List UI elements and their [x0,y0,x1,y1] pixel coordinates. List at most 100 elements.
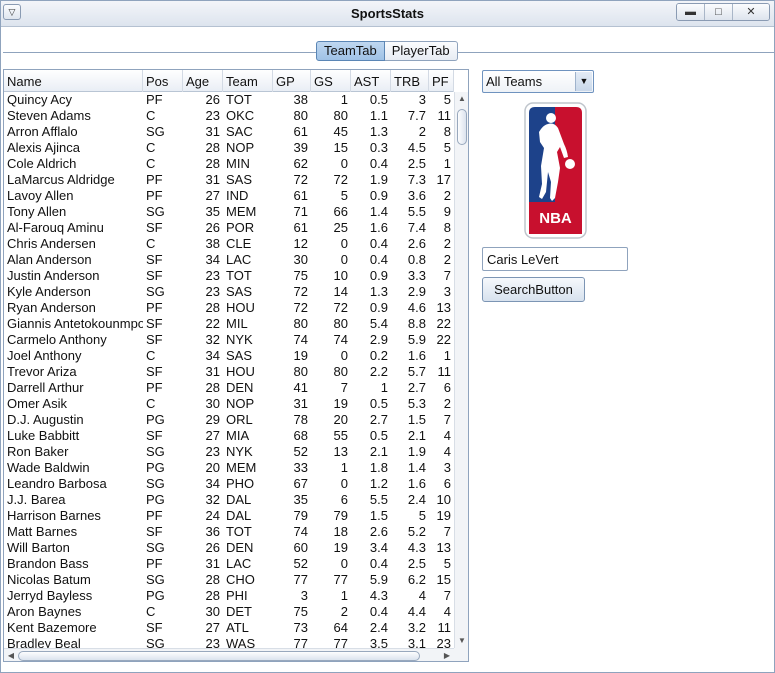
column-header-age[interactable]: Age [183,70,223,92]
maximize-button[interactable]: □ [705,4,733,20]
table-row[interactable]: Trevor Ariza SF 31 HOU 80 80 2.2 5.7 11 [4,364,454,380]
table-row[interactable]: Matt Barnes SF 36 TOT 74 18 2.6 5.2 7 [4,524,454,540]
table-row[interactable]: Ryan Anderson PF 28 HOU 72 72 0.9 4.6 13 [4,300,454,316]
cell-gp: 75 [293,604,308,619]
cell-pos: PF [146,508,163,523]
column-header-trb[interactable]: TRB [391,70,429,92]
table-row[interactable]: Arron Afflalo SG 31 SAC 61 45 1.3 2 8 [4,124,454,140]
cell-name: Harrison Barnes [7,508,101,523]
table-row[interactable]: Brandon Bass PF 31 LAC 52 0 0.4 2.5 5 [4,556,454,572]
cell-gp: 60 [293,540,308,555]
table-row[interactable]: Will Barton SG 26 DEN 60 19 3.4 4.3 13 [4,540,454,556]
cell-gs: 15 [333,140,348,155]
table-row[interactable]: Al-Farouq Aminu SF 26 POR 61 25 1.6 7.4 8 [4,220,454,236]
chevron-down-icon[interactable]: ▼ [575,72,592,91]
table-row[interactable]: Alexis Ajinca C 28 NOP 39 15 0.3 4.5 5 [4,140,454,156]
horizontal-scroll-thumb[interactable] [18,651,420,661]
table-row[interactable]: Tony Allen SG 35 MEM 71 66 1.4 5.5 9 [4,204,454,220]
cell-age: 23 [205,636,220,648]
table-row[interactable]: Lavoy Allen PF 27 IND 61 5 0.9 3.6 2 [4,188,454,204]
cell-gs: 5 [340,188,348,203]
column-header-team[interactable]: Team [223,70,273,92]
cell-name: Joel Anthony [7,348,82,363]
column-header-ast[interactable]: AST [351,70,391,92]
close-button[interactable]: ✕ [733,4,769,20]
search-button[interactable]: SearchButton [482,277,585,302]
table-row[interactable]: Luke Babbitt SF 27 MIA 68 55 0.5 2.1 4 [4,428,454,444]
table-row[interactable]: D.J. Augustin PG 29 ORL 78 20 2.7 1.5 7 [4,412,454,428]
table-row[interactable]: Wade Baldwin PG 20 MEM 33 1 1.8 1.4 3 [4,460,454,476]
cell-team: IND [226,188,249,203]
cell-trb: 0.8 [407,252,426,267]
team-select[interactable]: All Teams ▼ [482,70,594,93]
cell-gs: 7 [340,380,348,395]
table-row[interactable]: Jerryd Bayless PG 28 PHI 3 1 4.3 4 7 [4,588,454,604]
scroll-up-icon[interactable]: ▲ [455,92,468,106]
scroll-left-icon[interactable]: ◀ [4,649,18,661]
cell-trb: 2 [418,124,426,139]
table-row[interactable]: Nicolas Batum SG 28 CHO 77 77 5.9 6.2 15 [4,572,454,588]
cell-trb: 3.2 [407,620,426,635]
cell-gs: 14 [333,284,348,299]
cell-gp: 72 [293,300,308,315]
table-row[interactable]: J.J. Barea PG 32 DAL 35 6 5.5 2.4 10 [4,492,454,508]
table-row[interactable]: Aron Baynes C 30 DET 75 2 0.4 4.4 4 [4,604,454,620]
tab-player[interactable]: PlayerTab [384,41,458,61]
table-row[interactable]: Harrison Barnes PF 24 DAL 79 79 1.5 5 19 [4,508,454,524]
table-row[interactable]: Ron Baker SG 23 NYK 52 13 2.1 1.9 4 [4,444,454,460]
title-bar[interactable]: ▽ SportsStats ▬ □ ✕ [1,1,774,27]
cell-pf: 23 [436,636,451,648]
vertical-scrollbar[interactable]: ▲ ▼ [454,92,468,648]
table-row[interactable]: Leandro Barbosa SG 34 PHO 67 0 1.2 1.6 6 [4,476,454,492]
cell-pos: PG [146,460,165,475]
scroll-corner [454,648,468,661]
table-row[interactable]: Quincy Acy PF 26 TOT 38 1 0.5 3 5 [4,92,454,108]
table-row[interactable]: Bradley Beal SG 23 WAS 77 77 3.5 3.1 23 [4,636,454,648]
column-header-gs[interactable]: GS [311,70,351,92]
cell-pos: C [146,236,156,251]
table-row[interactable]: Joel Anthony C 34 SAS 19 0 0.2 1.6 1 [4,348,454,364]
table-row[interactable]: LaMarcus Aldridge PF 31 SAS 72 72 1.9 7.3 17 [4,172,454,188]
minimize-button[interactable]: ▬ [677,4,705,20]
cell-gp: 62 [293,156,308,171]
table-row[interactable]: Darrell Arthur PF 28 DEN 41 7 1 2.7 6 [4,380,454,396]
cell-gs: 2 [340,604,348,619]
cell-team: DET [226,604,252,619]
cell-team: PHO [226,476,255,491]
cell-trb: 7.4 [407,220,426,235]
cell-pf: 1 [443,348,451,363]
table-row[interactable]: Chris Andersen C 38 CLE 12 0 0.4 2.6 2 [4,236,454,252]
vertical-scroll-thumb[interactable] [457,109,467,145]
scroll-right-icon[interactable]: ▶ [440,649,454,661]
cell-name: Steven Adams [7,108,91,123]
cell-trb: 2.7 [407,380,426,395]
column-header-pf[interactable]: PF [429,70,454,92]
cell-age: 28 [205,156,220,171]
cell-pf: 2 [443,236,451,251]
cell-pos: SG [146,572,165,587]
scroll-down-icon[interactable]: ▼ [455,634,468,648]
cell-name: Darrell Arthur [7,380,84,395]
column-header-name[interactable]: Name [4,70,143,92]
cell-name: Kyle Anderson [7,284,91,299]
cell-gp: 78 [293,412,308,427]
cell-gs: 20 [333,412,348,427]
cell-pos: SF [146,316,163,331]
stats-table: Name Pos Age Team GP GS AST TRB PF Quinc… [3,69,469,662]
table-row[interactable]: Omer Asik C 30 NOP 31 19 0.5 5.3 2 [4,396,454,412]
table-row[interactable]: Alan Anderson SF 34 LAC 30 0 0.4 0.8 2 [4,252,454,268]
column-header-gp[interactable]: GP [273,70,311,92]
table-row[interactable]: Steven Adams C 23 OKC 80 80 1.1 7.7 11 [4,108,454,124]
table-row[interactable]: Kent Bazemore SF 27 ATL 73 64 2.4 3.2 11 [4,620,454,636]
search-input[interactable] [482,247,628,271]
column-header-pos[interactable]: Pos [143,70,183,92]
table-row[interactable]: Carmelo Anthony SF 32 NYK 74 74 2.9 5.9 22 [4,332,454,348]
table-row[interactable]: Cole Aldrich C 28 MIN 62 0 0.4 2.5 1 [4,156,454,172]
table-row[interactable]: Justin Anderson SF 23 TOT 75 10 0.9 3.3 7 [4,268,454,284]
cell-trb: 1.6 [407,476,426,491]
tab-team[interactable]: TeamTab [316,41,385,61]
horizontal-scrollbar[interactable]: ◀ ▶ [4,648,454,661]
table-row[interactable]: Giannis Antetokounmpo SF 22 MIL 80 80 5.4 8.8 22 [4,316,454,332]
cell-gs: 1 [340,92,348,107]
table-row[interactable]: Kyle Anderson SG 23 SAS 72 14 1.3 2.9 3 [4,284,454,300]
